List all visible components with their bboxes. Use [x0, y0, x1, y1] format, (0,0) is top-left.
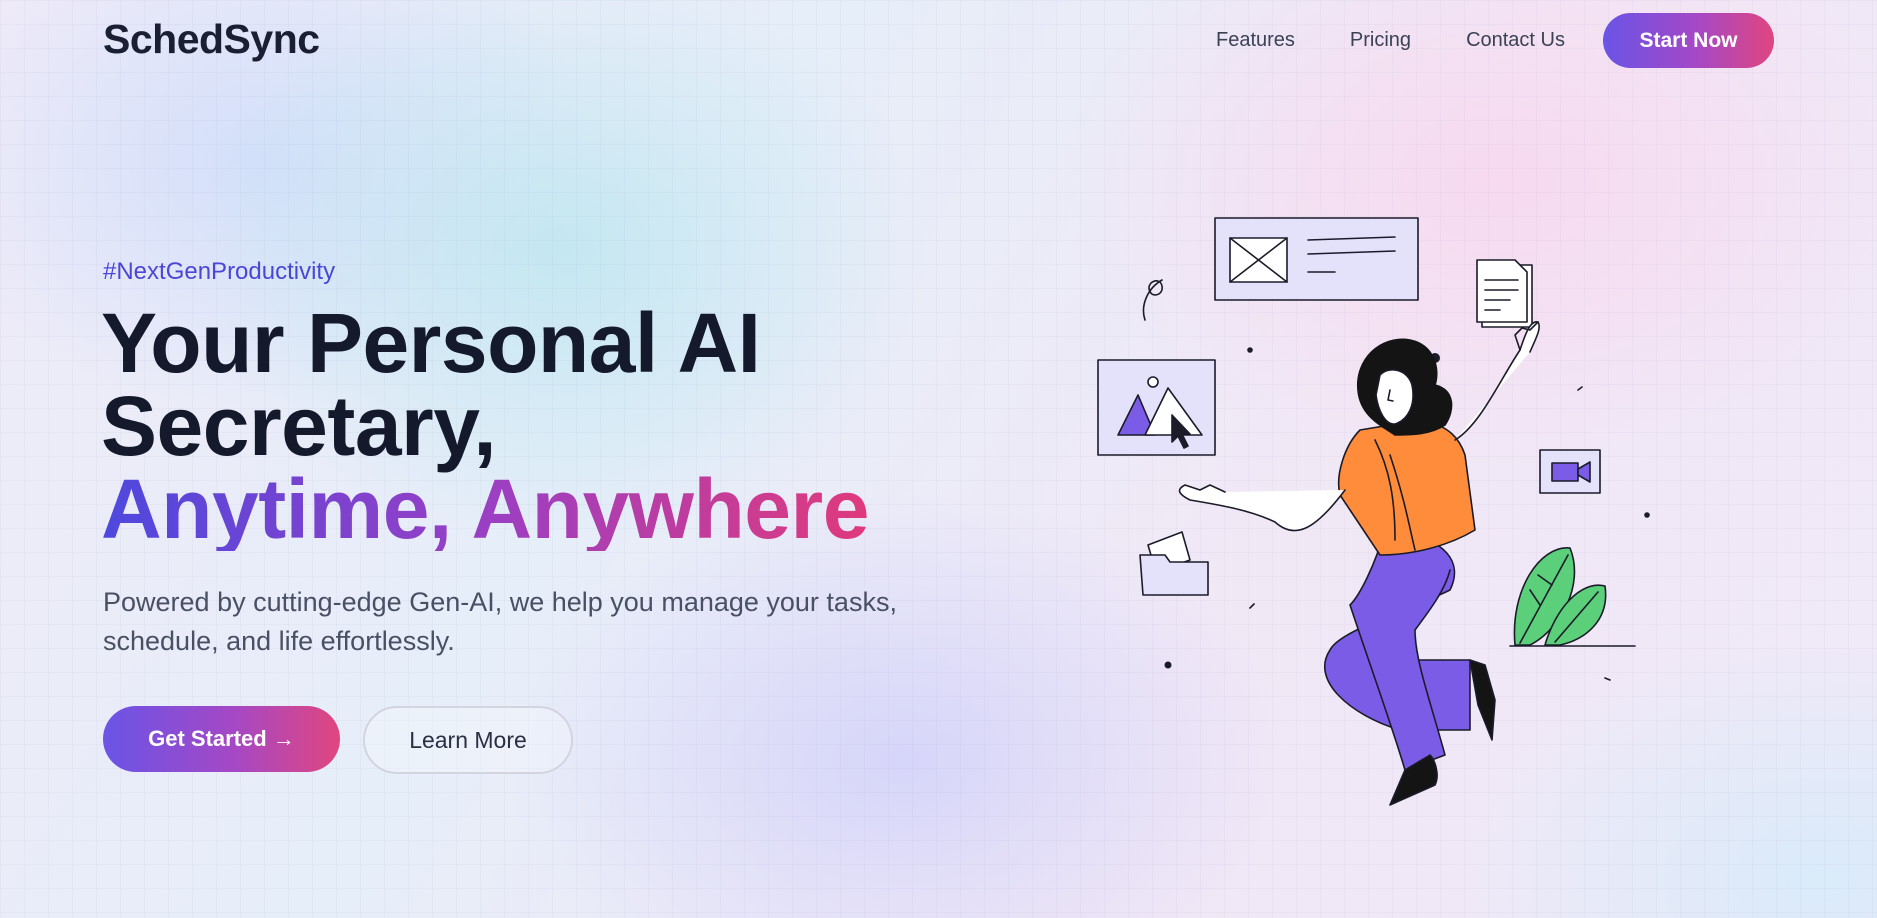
hero-hashtag: #NextGenProductivity [103, 258, 336, 285]
squiggle-decoration [1142, 279, 1163, 321]
nav-link-contact[interactable]: Contact Us [1466, 29, 1565, 52]
headline-line-1: Your Personal AI [101, 296, 761, 390]
plant-icon [1509, 547, 1636, 647]
hero-headline: Your Personal AI Secretary, Anytime, Any… [101, 296, 869, 556]
hero-illustration [1097, 217, 1650, 806]
hero-subtitle: Powered by cutting-edge Gen-AI, we help … [103, 587, 897, 656]
person-figure [1178, 321, 1540, 806]
nav-link-pricing[interactable]: Pricing [1350, 29, 1411, 52]
headline-line-2: Secretary, [101, 379, 497, 473]
headline-line-3: Anytime, Anywhere [101, 462, 869, 556]
document-icon [1476, 259, 1533, 328]
start-now-button[interactable]: Start Now [1603, 13, 1774, 68]
nav-link-features[interactable]: Features [1216, 29, 1295, 52]
image-card-icon [1097, 359, 1216, 456]
get-started-button[interactable]: Get Started → [103, 706, 340, 772]
nav-links: Features Pricing Contact Us Start Now [1216, 13, 1774, 68]
folder-icon [1139, 531, 1209, 596]
video-camera-icon [1539, 449, 1601, 494]
learn-more-button[interactable]: Learn More [363, 706, 573, 774]
top-nav: SchedSync Features Pricing Contact Us St… [0, 0, 1877, 80]
media-card-icon [1214, 217, 1419, 301]
logo[interactable]: SchedSync [103, 16, 320, 63]
